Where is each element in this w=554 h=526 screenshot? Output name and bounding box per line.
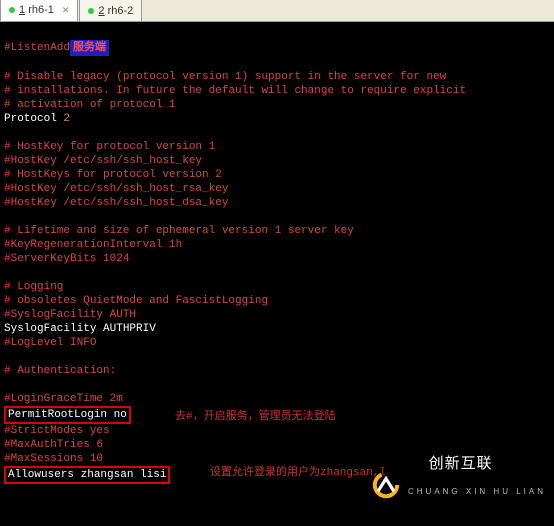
config-comment: # installations. In future the default w…: [4, 85, 466, 97]
brand-name-pinyin: CHUANG XIN HU LIAN: [408, 485, 546, 499]
config-comment: #HostKey /etc/ssh/ssh_host_key: [4, 155, 202, 167]
config-comment: # HostKeys for protocol version 2: [4, 169, 222, 181]
config-comment: #ListenAdd: [4, 42, 70, 54]
highlight-permitrootlogin: PermitRootLogin no: [4, 406, 131, 424]
config-comment: #StrictModes yes: [4, 425, 110, 437]
tab-number: 2: [98, 5, 104, 17]
config-comment: #HostKey /etc/ssh/ssh_host_dsa_key: [4, 197, 228, 209]
config-comment: # activation of protocol 1: [4, 99, 176, 111]
config-line: SyslogFacility AUTHPRIV: [4, 323, 156, 335]
config-comment: # obsoletes QuietMode and FascistLogging: [4, 295, 268, 307]
config-key: Protocol: [4, 113, 63, 125]
tab-bar: 1 rh6-1 ✕ 2 rh6-2: [0, 0, 554, 22]
config-comment: #LoginGraceTime 2m: [4, 393, 123, 405]
config-comment: #MaxSessions 10: [4, 453, 103, 465]
tab-label: rh6-2: [108, 5, 134, 17]
close-icon[interactable]: ✕: [62, 5, 70, 16]
header-badge: 服务端: [70, 40, 109, 56]
brand-logo: 创新互联 CHUANG XIN HU LIAN: [370, 443, 546, 526]
config-comment: # Authentication:: [4, 365, 116, 377]
tab-rh6-1[interactable]: 1 rh6-1 ✕: [0, 0, 78, 21]
annotation-text: 设置允许登录的用户为zhangsan,l: [210, 466, 386, 480]
config-comment: #SyslogFacility AUTH: [4, 309, 136, 321]
config-line: Allowusers zhangsan lisi: [8, 469, 166, 481]
terminal-output: #ListenAdd服务端 # Disable legacy (protocol…: [0, 22, 554, 526]
config-comment: #KeyRegenerationInterval 1h: [4, 239, 182, 251]
config-comment: # Disable legacy (protocol version 1) su…: [4, 71, 446, 83]
status-dot-icon: [88, 8, 94, 14]
tab-number: 1: [19, 4, 25, 16]
config-comment: # Logging: [4, 281, 63, 293]
config-comment: # Lifetime and size of ephemeral version…: [4, 225, 354, 237]
config-comment: # HostKey for protocol version 1: [4, 141, 215, 153]
config-comment: #LogLevel INFO: [4, 337, 96, 349]
brand-name-cn: 创新互联: [429, 455, 493, 472]
config-comment: #ServerKeyBits 1024: [4, 253, 129, 265]
annotation-text: 去#，开启服务，管理员无法登陆: [175, 410, 336, 424]
config-comment: #HostKey /etc/ssh/ssh_host_rsa_key: [4, 183, 228, 195]
tab-rh6-2[interactable]: 2 rh6-2: [79, 0, 142, 21]
config-line: PermitRootLogin no: [8, 409, 127, 421]
config-value: 2: [63, 113, 70, 125]
status-dot-icon: [9, 7, 15, 13]
config-comment: #MaxAuthTries 6: [4, 439, 103, 451]
highlight-allowusers: Allowusers zhangsan lisi: [4, 466, 170, 484]
logo-icon: [370, 469, 402, 501]
tab-label: rh6-1: [28, 4, 54, 16]
